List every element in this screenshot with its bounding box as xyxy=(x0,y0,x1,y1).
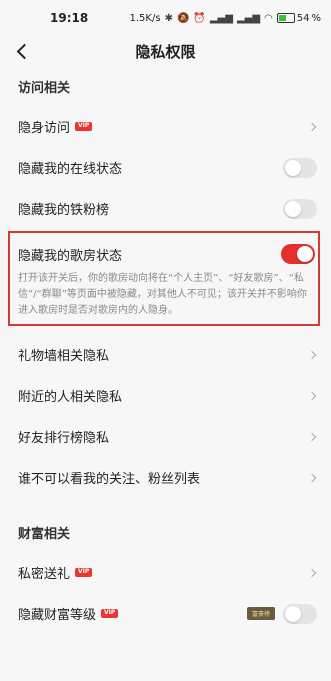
row-label: 私密送礼 xyxy=(18,567,71,582)
wifi-icon: ◠ xyxy=(264,12,273,24)
alarm-icon: ⏰ xyxy=(193,12,206,24)
row-hide-online: 隐藏我的在线状态 xyxy=(0,147,331,188)
mute-icon: 🔕 xyxy=(176,12,190,24)
chevron-right-icon xyxy=(307,473,317,482)
row-who-cannot-see[interactable]: 谁不可以看我的关注、粉丝列表 xyxy=(0,457,331,498)
row-label: 礼物墙相关隐私 xyxy=(18,349,110,364)
row-label: 隐身访问 xyxy=(18,121,71,136)
battery-level: 54 xyxy=(296,12,310,24)
row-label: 隐藏我的铁粉榜 xyxy=(18,203,110,218)
bluetooth-icon: ✱ xyxy=(164,12,173,24)
section-access: 访问相关 xyxy=(18,80,71,96)
status-icons: 1.5K/s ✱ 🔕 ⏰ ▂▄▆ ▂▄▆ ◠ 54% xyxy=(130,13,321,24)
row-label: 好友排行榜隐私 xyxy=(18,431,110,446)
row-private-gift[interactable]: 私密送礼 VIP xyxy=(0,552,331,593)
page-title: 隐私权限 xyxy=(135,42,196,61)
row-label: 隐藏我的歌房状态 xyxy=(18,248,123,264)
row-label: 隐藏我的在线状态 xyxy=(18,162,123,177)
nav-bar: 隐私权限 xyxy=(0,36,331,66)
network-speed: 1.5K/s xyxy=(129,12,161,24)
back-icon[interactable] xyxy=(14,36,38,66)
chevron-right-icon xyxy=(307,122,317,131)
vip-badge: VIP xyxy=(75,568,93,577)
signal-icon: ▂▄▆ xyxy=(209,12,233,24)
chevron-right-icon xyxy=(307,391,317,400)
row-label: 隐藏财富等级 xyxy=(18,608,97,623)
battery-icon: 54% xyxy=(276,12,321,24)
wealth-level-badge: 富豪榜 xyxy=(246,607,275,620)
row-hide-fans: 隐藏我的铁粉榜 xyxy=(0,188,331,229)
row-stealth-visit[interactable]: 隐身访问 VIP xyxy=(0,106,331,147)
signal-icon-2: ▂▄▆ xyxy=(236,12,261,24)
status-bar: 19:18 1.5K/s ✱ 🔕 ⏰ ▂▄▆ ▂▄▆ ◠ 54% xyxy=(0,0,331,36)
status-time: 19:18 xyxy=(50,11,89,25)
hide-room-description: 打开该开关后，你的歌房动向将在“个人主页”、“好友歌房”、“私信”/“群聊”等页… xyxy=(18,273,307,316)
vip-badge: VIP xyxy=(75,122,93,131)
row-hide-room: 隐藏我的歌房状态 xyxy=(18,237,315,271)
row-friend-rank[interactable]: 好友排行榜隐私 xyxy=(0,416,331,457)
vip-badge: VIP xyxy=(101,609,119,618)
row-label: 附近的人相关隐私 xyxy=(18,390,123,405)
row-nearby[interactable]: 附近的人相关隐私 xyxy=(0,375,331,416)
toggle-hide-fans[interactable] xyxy=(283,198,317,219)
row-hide-wealth: 隐藏财富等级 VIP 富豪榜 xyxy=(0,593,331,634)
toggle-hide-wealth[interactable] xyxy=(283,603,317,624)
row-label: 谁不可以看我的关注、粉丝列表 xyxy=(18,472,201,487)
toggle-hide-room[interactable] xyxy=(281,244,315,264)
row-gift-wall[interactable]: 礼物墙相关隐私 xyxy=(0,334,331,375)
highlight-box: 隐藏我的歌房状态 打开该开关后，你的歌房动向将在“个人主页”、“好友歌房”、“私… xyxy=(8,231,320,326)
toggle-hide-online[interactable] xyxy=(283,157,317,178)
chevron-right-icon xyxy=(307,568,317,577)
section-wealth: 财富相关 xyxy=(18,526,71,542)
chevron-right-icon xyxy=(307,432,317,441)
chevron-right-icon xyxy=(307,350,317,359)
